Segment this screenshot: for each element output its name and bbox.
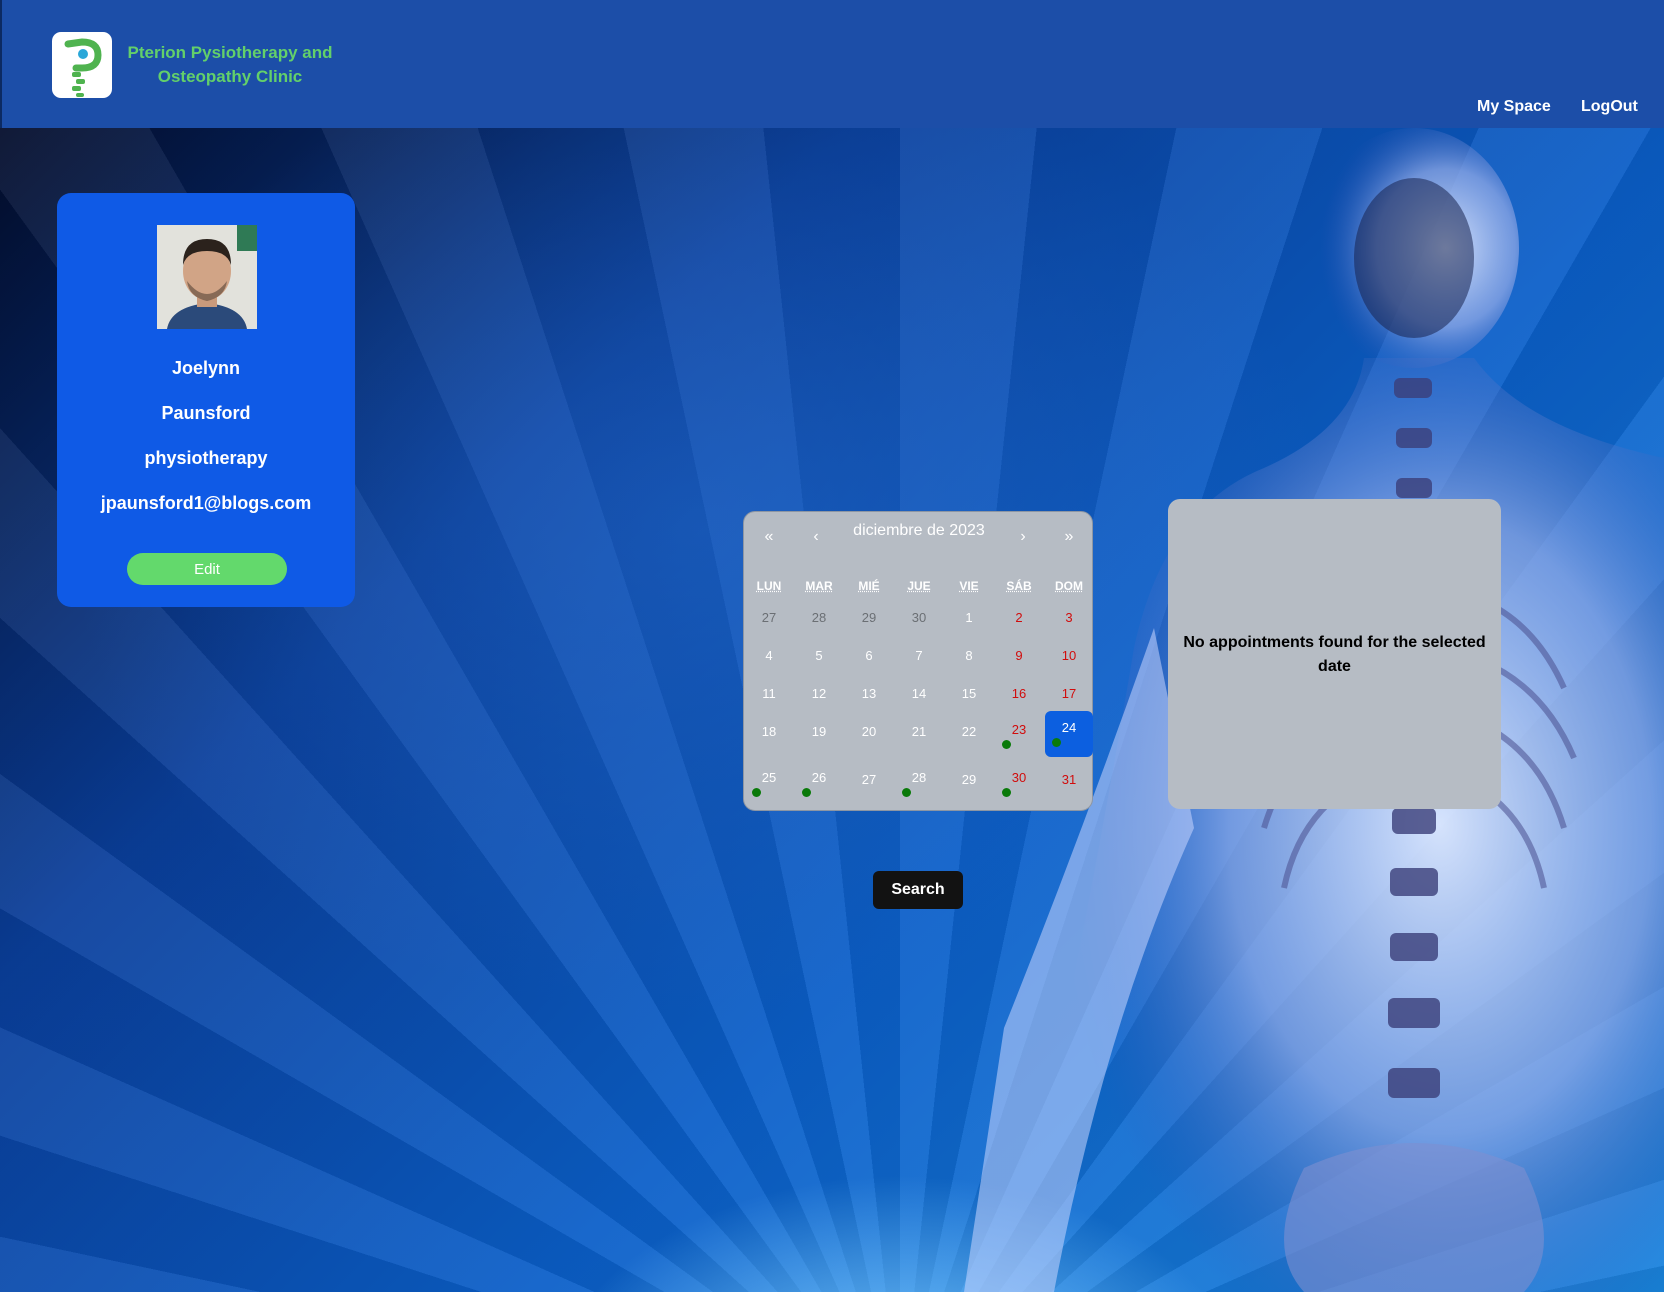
calendar-day[interactable]: 23 <box>995 713 1043 759</box>
day-number: 21 <box>911 724 927 739</box>
calendar-day[interactable]: 21 <box>895 713 943 759</box>
day-number: 29 <box>961 772 977 787</box>
calendar-title[interactable]: diciembre de 2023 <box>844 522 994 540</box>
calendar-day[interactable]: 31 <box>1045 761 1093 807</box>
search-button[interactable]: Search <box>873 871 963 909</box>
logo-icon <box>64 38 102 97</box>
day-number: 13 <box>861 686 877 701</box>
calendar-day[interactable]: 22 <box>945 713 993 759</box>
no-appointments-message: No appointments found for the selected d… <box>1183 634 1486 675</box>
day-number: 3 <box>1065 610 1073 625</box>
day-number: 2 <box>1015 610 1023 625</box>
appointment-dot-icon <box>802 788 811 797</box>
appointment-dot-icon <box>752 788 761 797</box>
day-number: 11 <box>762 686 776 701</box>
clinic-logo[interactable] <box>52 32 112 98</box>
day-number: 7 <box>915 648 923 663</box>
calendar-day-selected[interactable]: 24 <box>1045 711 1093 757</box>
day-number: 27 <box>761 610 777 625</box>
day-number: 12 <box>811 686 827 701</box>
weekday-header: MAR <box>805 579 833 593</box>
logout-link[interactable]: LogOut <box>1581 98 1638 116</box>
day-number: 20 <box>861 724 877 739</box>
day-number: 8 <box>965 648 973 663</box>
day-number: 28 <box>911 770 927 785</box>
calendar-day[interactable]: 20 <box>845 713 893 759</box>
calendar-day[interactable]: 29 <box>945 761 993 807</box>
day-number: 27 <box>861 772 877 787</box>
day-number: 6 <box>865 648 873 663</box>
day-number: 5 <box>815 648 823 663</box>
day-number: 4 <box>765 648 773 663</box>
calendar: « ‹ diciembre de 2023 › » LUN MAR MIÉ JUE VI… <box>743 511 1093 811</box>
prev-year-button[interactable]: « <box>754 522 784 552</box>
next-year-button[interactable]: » <box>1054 522 1084 552</box>
weekday-header: VIE <box>959 579 979 593</box>
weekday-header: SÁB <box>1006 579 1032 593</box>
day-number: 22 <box>961 724 977 739</box>
day-number: 30 <box>911 610 927 625</box>
weekday-header: JUE <box>907 579 931 593</box>
day-number: 15 <box>961 686 977 701</box>
day-number: 18 <box>761 724 777 739</box>
weekday-header: MIÉ <box>858 579 880 593</box>
day-number: 28 <box>811 610 827 625</box>
profile-specialty: physiotherapy <box>144 448 268 468</box>
appointment-dot-icon <box>1002 740 1011 749</box>
appointments-panel: No appointments found for the selected d… <box>1168 499 1501 809</box>
day-number: 16 <box>1011 686 1027 701</box>
calendar-day[interactable]: 27 <box>845 761 893 807</box>
calendar-day[interactable]: 25 <box>745 761 793 807</box>
appointment-dot-icon <box>1052 738 1061 747</box>
calendar-day[interactable]: 30 <box>995 761 1043 807</box>
top-navbar: Pterion Pysiotherapy and Osteopathy Clin… <box>0 0 1664 128</box>
profile-email: jpaunsford1@blogs.com <box>100 493 312 513</box>
calendar-day[interactable]: 28 <box>895 761 943 807</box>
day-number: 9 <box>1015 648 1023 663</box>
day-number: 17 <box>1061 686 1077 701</box>
day-number: 25 <box>761 770 777 785</box>
my-space-link[interactable]: My Space <box>1477 98 1551 116</box>
profile-first-name: Joelynn <box>171 358 241 378</box>
profile-card: Joelynn Paunsford physiotherapy jpaunsfo… <box>57 193 355 607</box>
day-number: 31 <box>1061 772 1077 787</box>
calendar-day[interactable]: 26 <box>795 761 843 807</box>
day-number: 30 <box>1011 770 1027 785</box>
day-number: 19 <box>811 724 827 739</box>
profile-last-name: Paunsford <box>161 403 251 423</box>
clinic-name: Pterion Pysiotherapy and Osteopathy Clin… <box>127 43 333 86</box>
day-number: 23 <box>1011 722 1027 737</box>
day-number: 1 <box>965 610 973 625</box>
day-number: 10 <box>1061 648 1077 663</box>
weekday-header: LUN <box>756 579 782 593</box>
calendar-day[interactable]: 18 <box>745 713 793 759</box>
day-number: 26 <box>811 770 827 785</box>
appointment-dot-icon <box>1002 788 1011 797</box>
next-month-button[interactable]: › <box>1008 522 1038 552</box>
weekday-header: DOM <box>1055 579 1083 593</box>
avatar <box>157 225 257 329</box>
day-number: 14 <box>911 686 927 701</box>
calendar-day[interactable]: 19 <box>795 713 843 759</box>
day-number: 29 <box>861 610 877 625</box>
day-number: 24 <box>1061 720 1077 735</box>
prev-month-button[interactable]: ‹ <box>801 522 831 552</box>
appointment-dot-icon <box>902 788 911 797</box>
edit-profile-button[interactable]: Edit <box>127 553 287 585</box>
